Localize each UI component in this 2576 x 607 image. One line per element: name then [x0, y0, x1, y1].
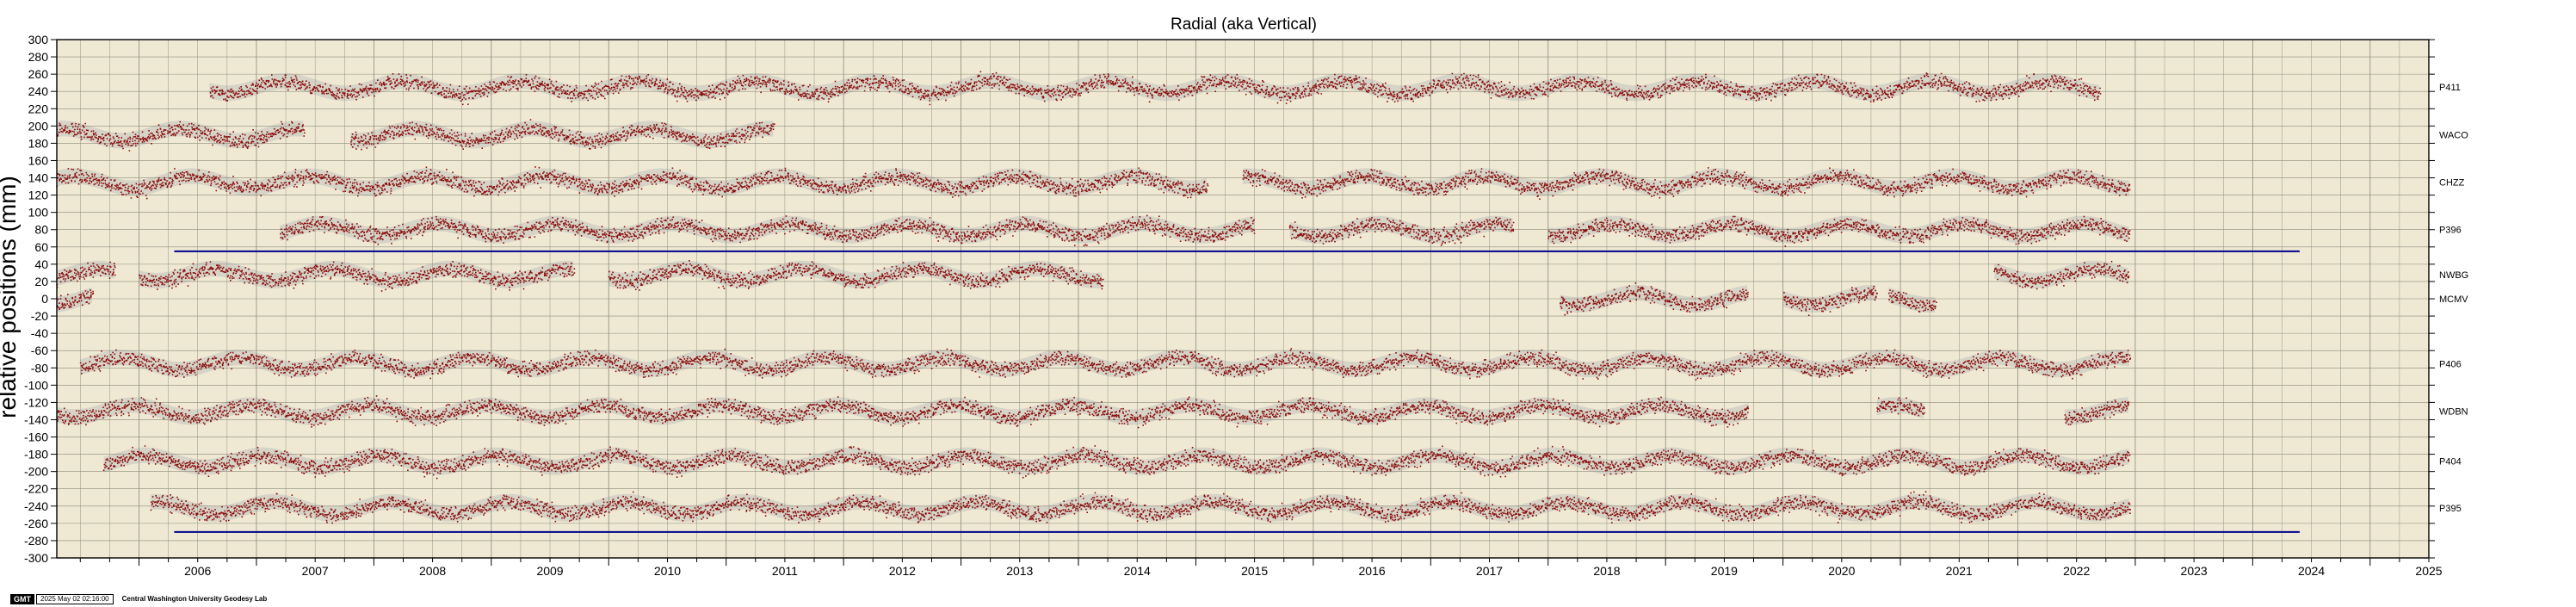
y-tick-label: -140	[24, 412, 48, 426]
x-tick-label: 2015	[1241, 564, 1268, 578]
x-tick-label: 2013	[1006, 564, 1033, 578]
x-axis-ticks: 2006 2007 2008 2009 2010 2011 2012 2013 2014 2015…	[79, 558, 2443, 578]
footer: GMT 2025 May 02 02:16:00 Central Washing…	[10, 593, 267, 604]
x-tick-label: 2008	[419, 564, 446, 578]
y-tick-label: 160	[28, 153, 49, 167]
y-tick-label: -200	[24, 465, 48, 479]
chart-title: Radial (aka Vertical)	[1171, 15, 1317, 34]
y-tick-label: 40	[34, 257, 48, 271]
y-tick-label: 20	[34, 275, 48, 288]
lab-credit: Central Washington University Geodesy La…	[121, 595, 268, 603]
x-tick-label: 2017	[1476, 564, 1503, 578]
y-tick-label: 220	[28, 102, 49, 115]
y-tick-label: 280	[28, 50, 49, 64]
y-tick-label: 80	[34, 223, 48, 237]
x-tick-label: 2006	[184, 564, 211, 578]
station-label-waco: WACO	[2439, 130, 2468, 140]
y-tick-label: -100	[24, 378, 48, 392]
gmt-logo: GMT	[10, 593, 34, 604]
y-tick-label: 240	[28, 84, 49, 98]
x-tick-label: 2007	[302, 564, 329, 578]
station-label-p395: P395	[2439, 504, 2462, 514]
y-tick-label: 60	[34, 240, 48, 254]
x-tick-label: 2009	[536, 564, 563, 578]
x-tick-label: 2014	[1124, 564, 1151, 578]
y-tick-label: -220	[24, 482, 48, 496]
station-label-chzz: CHZZ	[2439, 178, 2465, 189]
y-tick-label: -300	[24, 551, 48, 565]
y-tick-label: 260	[28, 67, 49, 81]
y-axis-label: relative positions (mm)	[0, 176, 21, 418]
y-tick-label: 120	[28, 189, 49, 202]
station-label-nwbg: NWBG	[2439, 270, 2468, 281]
y-tick-label: -80	[31, 361, 48, 375]
station-label-wdbn: WDBN	[2439, 406, 2468, 417]
timestamp: 2025 May 02 02:16:00	[36, 593, 114, 604]
x-tick-label: 2018	[1593, 564, 1620, 578]
x-tick-label: 2011	[772, 564, 798, 578]
station-label-p396: P396	[2439, 226, 2462, 236]
y-tick-label: 140	[28, 171, 49, 185]
x-tick-label: 2010	[654, 564, 681, 578]
y-tick-label: -260	[24, 517, 48, 530]
y-tick-label: 180	[28, 136, 49, 150]
x-tick-label: 2020	[1828, 564, 1855, 578]
y-tick-label: 100	[28, 206, 49, 220]
x-tick-label: 2016	[1359, 564, 1386, 578]
station-labels: P411 WACO CHZZ P396 NWBG MCMV P406 WDBN P404 P395	[2439, 83, 2468, 514]
station-label-p411: P411	[2439, 83, 2461, 93]
station-label-p404: P404	[2439, 457, 2462, 468]
y-tick-label: -20	[31, 309, 48, 323]
y-tick-label: -240	[24, 499, 48, 513]
x-tick-label: 2012	[889, 564, 916, 578]
y-tick-label: -40	[31, 326, 48, 340]
y-tick-label: 0	[41, 292, 48, 306]
y-tick-label: -120	[24, 395, 48, 409]
x-tick-label: 2025	[2415, 564, 2442, 578]
x-tick-label: 2019	[1711, 564, 1738, 578]
y-tick-label: 200	[28, 119, 49, 133]
chart: 3002802602402202001801601401201008060402…	[0, 15, 2468, 578]
x-tick-label: 2023	[2181, 564, 2208, 578]
station-label-mcmv: MCMV	[2439, 294, 2468, 305]
station-label-p406: P406	[2439, 359, 2462, 369]
x-tick-label: 2022	[2063, 564, 2090, 578]
x-tick-label: 2024	[2298, 564, 2325, 578]
y-tick-label: 300	[28, 33, 49, 46]
y-tick-label: -160	[24, 430, 48, 444]
x-tick-label: 2021	[1946, 564, 1973, 578]
y-tick-label: -60	[31, 344, 48, 357]
y-tick-label: -180	[24, 448, 48, 461]
y-tick-label: -280	[24, 534, 48, 548]
